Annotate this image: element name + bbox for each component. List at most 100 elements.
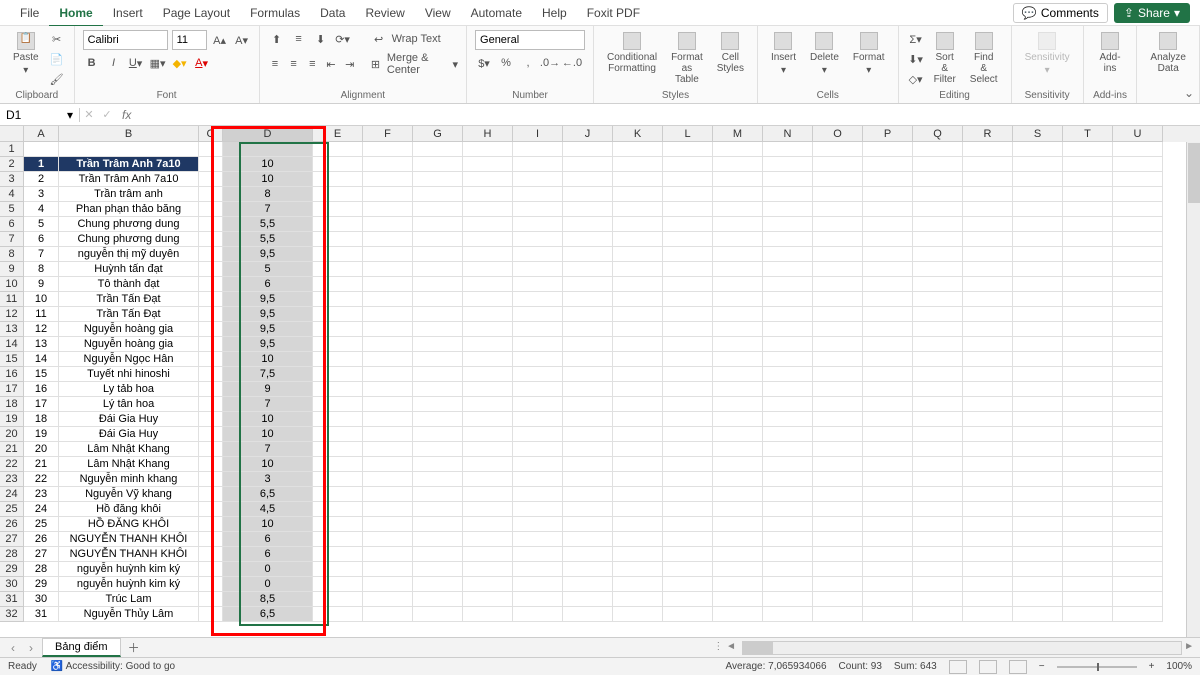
cell[interactable] [1013,382,1063,397]
cell[interactable] [713,397,763,412]
cell[interactable] [863,412,913,427]
border-button[interactable]: ▦▾ [149,54,167,72]
cell[interactable] [613,247,663,262]
cell[interactable] [363,187,413,202]
cell[interactable] [713,412,763,427]
cell[interactable]: 11 [24,307,59,322]
cell[interactable]: Lâm Nhật Khang [59,457,199,472]
cell[interactable] [763,442,813,457]
cell[interactable] [513,577,563,592]
cell[interactable] [513,562,563,577]
cell[interactable] [363,592,413,607]
cell[interactable] [413,247,463,262]
cell[interactable] [663,547,713,562]
cell[interactable] [1063,352,1113,367]
cell[interactable] [913,412,963,427]
cell[interactable]: Trần Trâm Anh 7a10 [59,157,199,172]
cell[interactable] [1113,367,1163,382]
cell[interactable] [199,442,223,457]
cell[interactable]: 12 [24,322,59,337]
cell[interactable] [313,367,363,382]
cell[interactable] [313,532,363,547]
cell[interactable] [1113,592,1163,607]
cell[interactable] [563,427,613,442]
cell[interactable] [763,187,813,202]
cell[interactable]: 22 [24,472,59,487]
copy-button[interactable]: 📄 [48,50,66,68]
row-header[interactable]: 18 [0,397,24,412]
cell[interactable] [613,487,663,502]
cell[interactable] [313,232,363,247]
cell[interactable] [313,142,363,157]
cell[interactable] [513,547,563,562]
cell[interactable] [1063,592,1113,607]
cell[interactable] [663,262,713,277]
cell[interactable] [463,562,513,577]
tab-file[interactable]: File [10,1,49,25]
cell[interactable]: 19 [24,427,59,442]
cell[interactable] [963,532,1013,547]
sort-filter-button[interactable]: Sort & Filter [929,30,961,87]
cell[interactable] [863,502,913,517]
cell[interactable] [1063,232,1113,247]
cell[interactable] [363,502,413,517]
col-header-B[interactable]: B [59,126,199,142]
cell[interactable] [413,457,463,472]
paste-button[interactable]: 📋Paste▾ [8,30,44,78]
cell[interactable] [863,307,913,322]
cell[interactable] [713,427,763,442]
cell[interactable] [813,142,863,157]
cell[interactable] [613,322,663,337]
vscroll-thumb[interactable] [1188,143,1200,203]
cell[interactable]: 8 [24,262,59,277]
cell[interactable] [713,592,763,607]
cell[interactable] [1113,382,1163,397]
normal-view-button[interactable] [949,660,967,674]
cell[interactable] [713,322,763,337]
cell[interactable] [613,517,663,532]
cell[interactable] [563,187,613,202]
cell[interactable] [1063,427,1113,442]
cell[interactable] [813,277,863,292]
cell[interactable] [713,157,763,172]
zoom-out-button[interactable]: − [1039,661,1045,672]
cell[interactable] [463,172,513,187]
cell[interactable] [613,607,663,622]
tab-options-button[interactable]: ⋮ ◄ [713,641,736,655]
cell[interactable] [713,472,763,487]
cell[interactable] [813,202,863,217]
cell[interactable] [413,232,463,247]
status-accessibility[interactable]: ♿ Accessibility: Good to go [51,661,175,672]
cell[interactable] [1063,142,1113,157]
cell[interactable] [199,547,223,562]
font-color-button[interactable]: A▾ [193,54,211,72]
cell[interactable] [863,532,913,547]
row-header[interactable]: 1 [0,142,24,157]
cell[interactable] [963,202,1013,217]
cell[interactable]: Nguyễn hoàng gia [59,322,199,337]
cell[interactable] [863,562,913,577]
cell[interactable] [913,187,963,202]
cell[interactable] [513,232,563,247]
cell[interactable] [313,487,363,502]
cell[interactable] [613,352,663,367]
cell[interactable] [663,277,713,292]
sheet-nav-prev[interactable]: ‹ [6,641,20,655]
cell[interactable] [563,292,613,307]
cell[interactable]: Chung phương dung [59,232,199,247]
cell[interactable] [963,337,1013,352]
cell[interactable]: 10 [223,427,313,442]
cell[interactable]: 7 [223,397,313,412]
cell[interactable] [613,187,663,202]
cell[interactable] [863,397,913,412]
cell[interactable] [963,217,1013,232]
cell[interactable] [363,217,413,232]
cell[interactable] [363,547,413,562]
cell[interactable] [763,562,813,577]
align-bottom-button[interactable]: ⬇ [312,30,330,48]
cell[interactable] [199,337,223,352]
italic-button[interactable]: I [105,54,123,72]
cell[interactable] [1113,307,1163,322]
cell[interactable] [363,607,413,622]
cell[interactable] [613,532,663,547]
